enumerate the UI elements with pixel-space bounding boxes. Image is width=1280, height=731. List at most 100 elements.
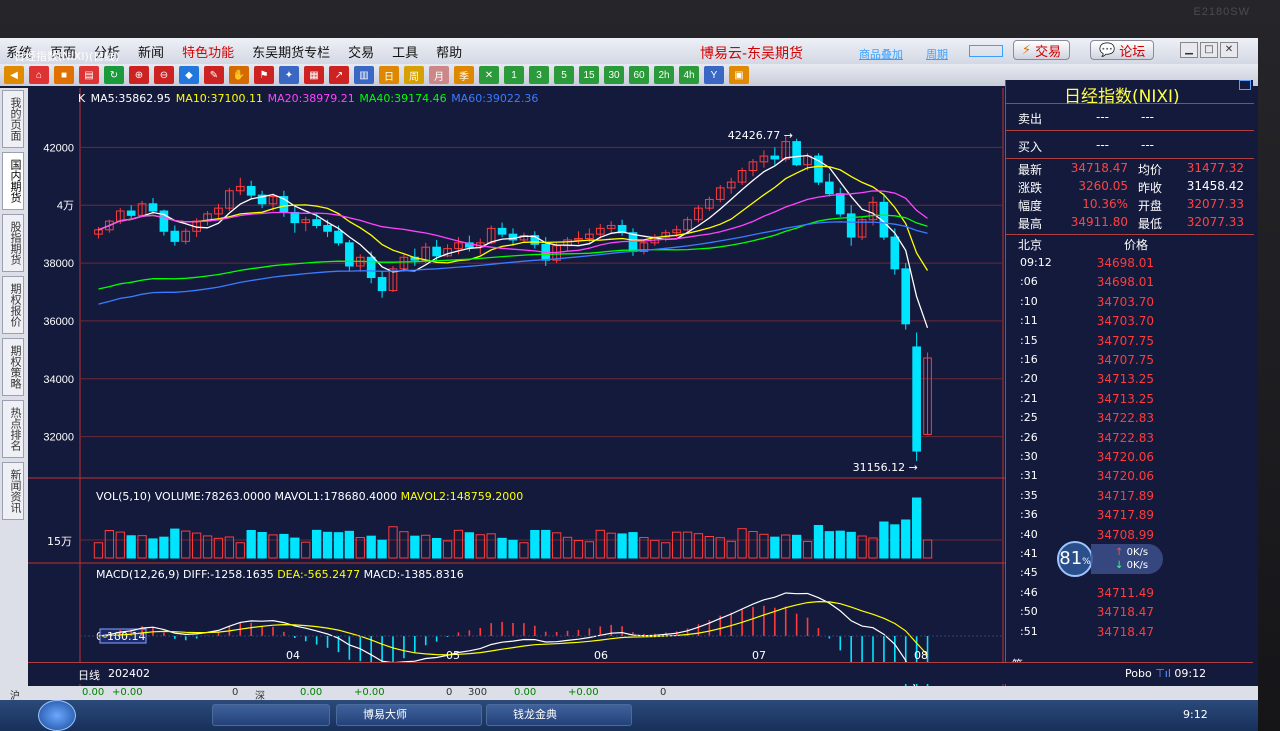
upload-icon: ↑ bbox=[1115, 547, 1124, 558]
toolbar-icon-10[interactable]: ⚑ bbox=[254, 66, 274, 84]
toolbar-icon-3[interactable]: ▤ bbox=[79, 66, 99, 84]
left-tab-5[interactable]: 热点排名 bbox=[2, 400, 24, 458]
toolbar-icon-27[interactable]: 4h bbox=[679, 66, 699, 84]
volume-bar bbox=[159, 536, 169, 559]
month-label: 07 bbox=[752, 649, 766, 662]
toolbar-icon-24[interactable]: 30 bbox=[604, 66, 624, 84]
tick-time: :50 bbox=[1020, 605, 1038, 619]
taskbar-item-blurred[interactable] bbox=[212, 704, 330, 726]
chg-label: 涨跌 bbox=[1018, 181, 1043, 195]
left-tab-3[interactable]: 期权报价 bbox=[2, 276, 24, 334]
toolbar-icon-0[interactable]: ◀ bbox=[4, 66, 24, 84]
volume-bar bbox=[639, 537, 649, 559]
forum-button[interactable]: 💬 论坛 bbox=[1090, 40, 1155, 60]
volume-legend: VOL(5,10) VOLUME:78263.0000 MAVOL1:17868… bbox=[96, 490, 523, 503]
toolbar-icon-8[interactable]: ✎ bbox=[204, 66, 224, 84]
toolbar-icon-11[interactable]: ✦ bbox=[279, 66, 299, 84]
volume-bar bbox=[748, 531, 758, 559]
toolbar-icon-15[interactable]: 日 bbox=[379, 66, 399, 84]
volume-bar bbox=[508, 539, 518, 559]
close-button[interactable]: ✕ bbox=[1220, 42, 1238, 58]
price-tick-label: 34000 bbox=[43, 374, 74, 386]
volume-bar bbox=[824, 531, 835, 559]
left-tab-1[interactable]: 国内期货 bbox=[2, 152, 24, 210]
buy-label: 买入 bbox=[1018, 140, 1043, 154]
period-link[interactable]: 周期 bbox=[926, 46, 948, 62]
trade-label: 交易 bbox=[1035, 44, 1062, 60]
toolbar-icon-1[interactable]: ⌂ bbox=[29, 66, 49, 84]
volume-bar bbox=[148, 538, 158, 559]
toolbar-icon-12[interactable]: ▦ bbox=[304, 66, 324, 84]
toolbar-icon-14[interactable]: ▥ bbox=[354, 66, 374, 84]
maximize-button[interactable]: □ bbox=[1200, 42, 1218, 58]
prev-label: 昨收 bbox=[1138, 181, 1163, 195]
toolbar-icon-22[interactable]: 5 bbox=[554, 66, 574, 84]
minimize-button[interactable]: ▁ bbox=[1180, 42, 1198, 58]
toolbar-icon-29[interactable]: ▣ bbox=[729, 66, 749, 84]
pobo-brand: Pobo ⊤ıl 09:12 bbox=[1125, 667, 1207, 680]
left-tab-strip: 我的页面国内期货股指期货期权报价期权策略热点排名新闻资讯 bbox=[0, 88, 28, 698]
speed-bubble: ↑ 0K/s ↓ 0K/s bbox=[1091, 544, 1163, 574]
taskbar-item-qianlong[interactable]: 钱龙金典 bbox=[486, 704, 632, 726]
tick-price: 34717.89 bbox=[1096, 488, 1154, 503]
volume-bar bbox=[530, 530, 540, 559]
volume-bar bbox=[715, 537, 725, 559]
speed-unit: % bbox=[1082, 557, 1091, 567]
candlestick-chart[interactable]: 32000 34000 36000 38000 4万 42000 K MA5:35862.95… bbox=[28, 88, 1008, 688]
volume-bar bbox=[737, 528, 747, 559]
toolbar-icon-26[interactable]: 2h bbox=[654, 66, 674, 84]
price-tick-label: 32000 bbox=[43, 432, 74, 444]
trade-button[interactable]: ⚡ 交易 bbox=[1013, 40, 1071, 60]
lightning-icon: ⚡ bbox=[1022, 42, 1032, 58]
sell-label: 卖出 bbox=[1018, 112, 1043, 126]
toolbar-icon-17[interactable]: 月 bbox=[429, 66, 449, 84]
toolbar-icon-23[interactable]: 15 bbox=[579, 66, 599, 84]
toolbar-icon-4[interactable]: ↻ bbox=[104, 66, 124, 84]
tick-price: 34708.99 bbox=[1096, 527, 1154, 542]
toolbar-icon-5[interactable]: ⊕ bbox=[129, 66, 149, 84]
price-tick-label: 36000 bbox=[43, 316, 74, 328]
last-value: 34718.47 bbox=[1070, 161, 1128, 175]
toolbar-icon-18[interactable]: 季 bbox=[454, 66, 474, 84]
tick-price: 34707.75 bbox=[1096, 333, 1154, 348]
volume-bar bbox=[464, 532, 475, 559]
volume-bar bbox=[322, 531, 333, 559]
left-tab-0[interactable]: 我的页面 bbox=[2, 90, 24, 148]
candle bbox=[126, 210, 136, 216]
volume-bar bbox=[202, 535, 213, 559]
left-tab-2[interactable]: 股指期货 bbox=[2, 214, 24, 272]
toolbar-icon-25[interactable]: 60 bbox=[629, 66, 649, 84]
candle bbox=[912, 346, 921, 452]
chart-header-bar: 日经指数(NIXI)(日线) 商品叠加 周期 bbox=[14, 45, 1008, 63]
toolbar-icon-16[interactable]: 周 bbox=[404, 66, 424, 84]
layout-icon[interactable] bbox=[969, 45, 1003, 57]
start-button[interactable] bbox=[38, 700, 76, 731]
network-speed-widget[interactable]: 81% ↑ 0K/s ↓ 0K/s bbox=[1057, 541, 1167, 577]
volume-bar bbox=[115, 531, 125, 559]
candle bbox=[323, 224, 332, 232]
tray-clock[interactable]: 9:12 bbox=[1183, 708, 1208, 721]
toolbar-icon-6[interactable]: ⊖ bbox=[154, 66, 174, 84]
toolbar-icon-28[interactable]: Y bbox=[704, 66, 724, 84]
volume-bar bbox=[170, 528, 180, 559]
toolbar-icon-13[interactable]: ↗ bbox=[329, 66, 349, 84]
chat-bubble-icon: 💬 bbox=[1099, 42, 1116, 58]
volume-bar bbox=[770, 536, 780, 559]
taskbar-item-boyi[interactable]: 博易大师 bbox=[336, 704, 482, 726]
price-tick-label: 4万 bbox=[57, 200, 74, 212]
candle bbox=[890, 236, 900, 270]
toolbar-icon-20[interactable]: 1 bbox=[504, 66, 524, 84]
left-tab-4[interactable]: 期权策略 bbox=[2, 338, 24, 396]
overlay-link[interactable]: 商品叠加 bbox=[859, 46, 903, 62]
volume-bar bbox=[475, 534, 485, 559]
toolbar-icon-2[interactable]: ■ bbox=[54, 66, 74, 84]
toolbar-icon-7[interactable]: ◆ bbox=[179, 66, 199, 84]
avg-label: 均价 bbox=[1138, 163, 1163, 177]
volume-bar bbox=[399, 531, 409, 559]
last-label: 最新 bbox=[1018, 163, 1043, 177]
toolbar-icon-21[interactable]: 3 bbox=[529, 66, 549, 84]
left-tab-6[interactable]: 新闻资讯 bbox=[2, 462, 24, 520]
toolbar-icon-19[interactable]: ✕ bbox=[479, 66, 499, 84]
toolbar-icon-9[interactable]: ✋ bbox=[229, 66, 249, 84]
panel-toggle-icon[interactable] bbox=[1239, 80, 1251, 90]
